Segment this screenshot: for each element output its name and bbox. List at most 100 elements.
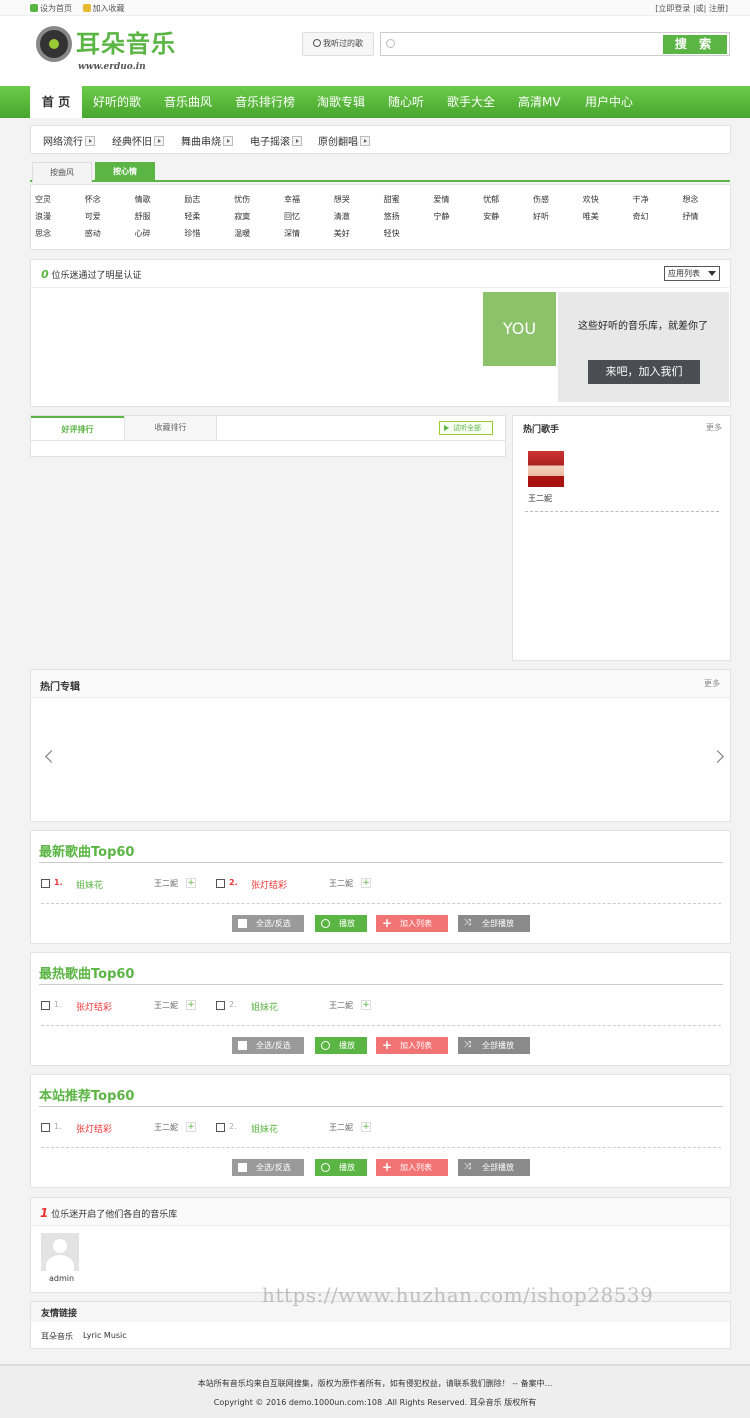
tab-by-mood[interactable]: 按心情 bbox=[95, 162, 155, 182]
user-avatar-icon[interactable] bbox=[41, 1233, 79, 1271]
tab-by-style[interactable]: 按曲风 bbox=[32, 162, 92, 182]
song-title[interactable]: 张灯结彩 bbox=[76, 1122, 112, 1135]
add-favorite-link[interactable]: 加入收藏 bbox=[82, 4, 125, 13]
mood-tag[interactable]: 奇幻 bbox=[633, 211, 649, 222]
mood-tag[interactable]: 想哭 bbox=[334, 194, 350, 205]
mood-tag[interactable]: 浪漫 bbox=[35, 211, 51, 222]
nav-random[interactable]: 随心听 bbox=[388, 86, 424, 118]
mood-tag[interactable]: 宁静 bbox=[433, 211, 449, 222]
nav-good-songs[interactable]: 好听的歌 bbox=[93, 86, 141, 118]
add-song-icon[interactable]: + bbox=[361, 1000, 371, 1010]
mood-tag[interactable]: 深情 bbox=[284, 228, 300, 239]
play-all-list-button[interactable]: ⤨ 全部播放 bbox=[458, 1159, 530, 1176]
genre-item[interactable]: 经典怀旧 bbox=[112, 133, 164, 148]
song-checkbox[interactable] bbox=[41, 1123, 50, 1132]
song-artist[interactable]: 王二妮 bbox=[154, 1000, 178, 1011]
song-artist[interactable]: 王二妮 bbox=[154, 878, 178, 889]
play-all-list-button[interactable]: ⤨ 全部播放 bbox=[458, 1037, 530, 1054]
mood-tag[interactable]: 好听 bbox=[533, 211, 549, 222]
add-to-list-button[interactable]: + 加入列表 bbox=[376, 915, 448, 932]
add-song-icon[interactable]: + bbox=[186, 1000, 196, 1010]
hot-album-more[interactable]: 更多 bbox=[704, 678, 720, 689]
add-song-icon[interactable]: + bbox=[186, 878, 196, 888]
mood-tag[interactable]: 思念 bbox=[35, 228, 51, 239]
mood-tag[interactable]: 幸福 bbox=[284, 194, 300, 205]
nav-charts[interactable]: 音乐排行榜 bbox=[235, 86, 295, 118]
mood-tag[interactable]: 唯美 bbox=[583, 211, 599, 222]
nav-user-center[interactable]: 用户中心 bbox=[585, 86, 633, 118]
nav-mv[interactable]: 高清MV bbox=[518, 86, 561, 118]
add-song-icon[interactable]: + bbox=[361, 878, 371, 888]
mood-tag[interactable]: 舒服 bbox=[135, 211, 151, 222]
friend-link[interactable]: Lyric Music bbox=[83, 1331, 127, 1340]
mood-tag[interactable]: 美好 bbox=[334, 228, 350, 239]
mood-tag[interactable]: 抒情 bbox=[682, 211, 698, 222]
nav-singers[interactable]: 歌手大全 bbox=[447, 86, 495, 118]
play-all-button[interactable]: 试听全部 bbox=[439, 421, 493, 435]
select-all-button[interactable]: 全选/反选 bbox=[232, 1159, 304, 1176]
nav-albums[interactable]: 淘歌专辑 bbox=[317, 86, 365, 118]
search-button[interactable]: 搜 索 bbox=[663, 35, 727, 54]
mood-tag[interactable]: 干净 bbox=[633, 194, 649, 205]
genre-item[interactable]: 原创翻唱 bbox=[318, 133, 370, 148]
mood-tag[interactable]: 可爱 bbox=[85, 211, 101, 222]
mood-tag[interactable]: 想念 bbox=[682, 194, 698, 205]
chevron-right-icon[interactable] bbox=[711, 750, 724, 763]
mood-tag[interactable]: 忧伤 bbox=[234, 194, 250, 205]
mood-tag[interactable]: 轻柔 bbox=[184, 211, 200, 222]
mood-tag[interactable]: 珍惜 bbox=[184, 228, 200, 239]
mood-tag[interactable]: 温暖 bbox=[234, 228, 250, 239]
mood-tag[interactable]: 感动 bbox=[85, 228, 101, 239]
mood-tag[interactable]: 轻快 bbox=[384, 228, 400, 239]
select-all-button[interactable]: 全选/反选 bbox=[232, 1037, 304, 1054]
mood-tag[interactable]: 怀念 bbox=[85, 194, 101, 205]
song-artist[interactable]: 王二妮 bbox=[329, 1000, 353, 1011]
mood-tag[interactable]: 励志 bbox=[184, 194, 200, 205]
song-title[interactable]: 姐妹花 bbox=[251, 1122, 278, 1135]
song-title[interactable]: 张灯结彩 bbox=[76, 1000, 112, 1013]
genre-item[interactable]: 网络流行 bbox=[43, 133, 95, 148]
nav-styles[interactable]: 音乐曲风 bbox=[164, 86, 212, 118]
song-checkbox[interactable] bbox=[216, 1123, 225, 1132]
tab-rating-rank[interactable]: 好评排行 bbox=[31, 416, 124, 440]
song-artist[interactable]: 王二妮 bbox=[329, 878, 353, 889]
mood-tag[interactable]: 忧郁 bbox=[483, 194, 499, 205]
play-all-list-button[interactable]: ⤨ 全部播放 bbox=[458, 915, 530, 932]
play-button[interactable]: 播放 bbox=[315, 1037, 367, 1054]
song-artist[interactable]: 王二妮 bbox=[154, 1122, 178, 1133]
song-title[interactable]: 姐妹花 bbox=[76, 878, 103, 891]
search-input[interactable] bbox=[399, 36, 659, 52]
add-to-list-button[interactable]: + 加入列表 bbox=[376, 1037, 448, 1054]
song-checkbox[interactable] bbox=[216, 1001, 225, 1010]
mood-tag[interactable]: 清澈 bbox=[334, 211, 350, 222]
mood-tag[interactable]: 心碎 bbox=[135, 228, 151, 239]
app-list-select[interactable]: 应用列表 bbox=[664, 266, 720, 281]
register-link[interactable]: 注册 bbox=[709, 4, 725, 13]
mood-tag[interactable]: 爱情 bbox=[433, 194, 449, 205]
song-title[interactable]: 张灯结彩 bbox=[251, 878, 287, 891]
song-title[interactable]: 姐妹花 bbox=[251, 1000, 278, 1013]
select-all-button[interactable]: 全选/反选 bbox=[232, 915, 304, 932]
add-song-icon[interactable]: + bbox=[361, 1122, 371, 1132]
friend-link[interactable]: 耳朵音乐 bbox=[41, 1331, 73, 1342]
song-artist[interactable]: 王二妮 bbox=[329, 1122, 353, 1133]
mood-tag[interactable]: 欢快 bbox=[583, 194, 599, 205]
history-button[interactable]: 我听过的歌 bbox=[302, 32, 374, 56]
nav-home[interactable]: 首 页 bbox=[30, 86, 82, 118]
tab-favorite-rank[interactable]: 收藏排行 bbox=[124, 416, 217, 440]
mood-tag[interactable]: 寂寞 bbox=[234, 211, 250, 222]
chevron-left-icon[interactable] bbox=[45, 750, 58, 763]
mood-tag[interactable]: 安静 bbox=[483, 211, 499, 222]
mood-tag[interactable]: 甜蜜 bbox=[384, 194, 400, 205]
mood-tag[interactable]: 伤感 bbox=[533, 194, 549, 205]
user-name[interactable]: admin bbox=[49, 1274, 74, 1283]
mood-tag[interactable]: 回忆 bbox=[284, 211, 300, 222]
join-button[interactable]: 来吧，加入我们 bbox=[588, 360, 700, 384]
song-checkbox[interactable] bbox=[216, 879, 225, 888]
play-button[interactable]: 播放 bbox=[315, 1159, 367, 1176]
set-home-link[interactable]: 设为首页 bbox=[30, 4, 72, 13]
mood-tag[interactable]: 空灵 bbox=[35, 194, 51, 205]
login-link[interactable]: 立即登录 bbox=[658, 4, 690, 13]
singer-avatar[interactable] bbox=[528, 451, 564, 487]
add-song-icon[interactable]: + bbox=[186, 1122, 196, 1132]
